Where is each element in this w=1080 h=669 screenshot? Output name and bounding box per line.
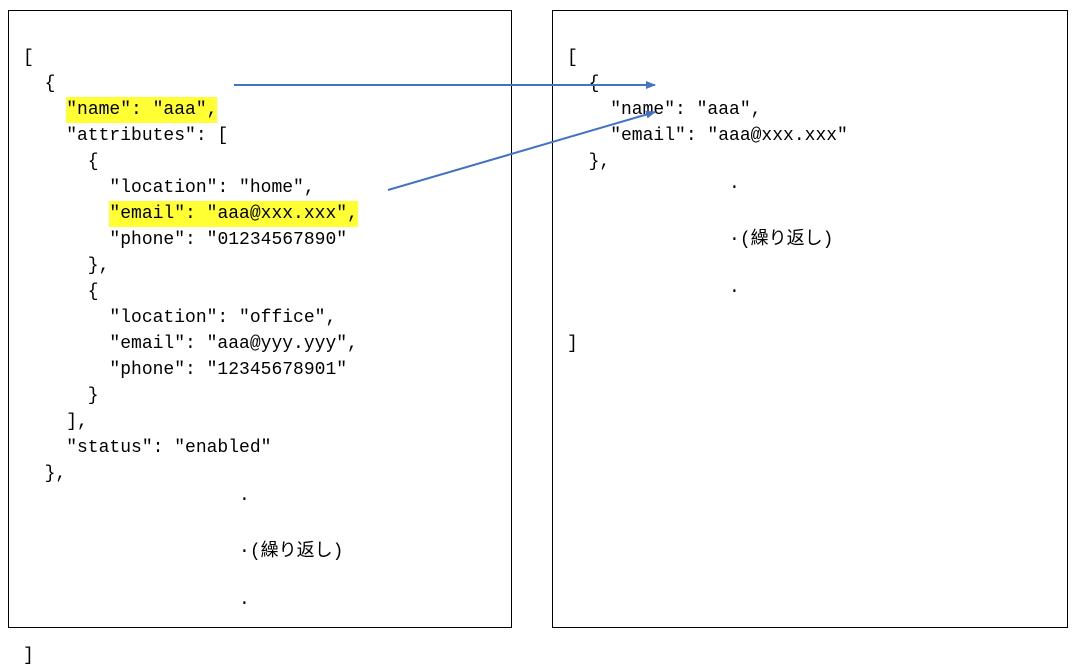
code-line: "location": "office", [23, 308, 336, 328]
highlight-email: "email": "aaa@xxx.xxx" [109, 201, 347, 227]
code-line: "name": "aaa", [567, 100, 761, 120]
code-line: { [23, 74, 55, 94]
code-line: ] [23, 646, 34, 666]
ellipsis-dot: · [567, 279, 1053, 305]
code-line: ] [567, 334, 578, 354]
code-line: [ [567, 48, 578, 68]
code-line: "phone": "01234567890" [23, 230, 347, 250]
repeat-label: ·(繰り返し) [567, 227, 1053, 253]
code-line: ], [23, 412, 88, 432]
ellipsis-dot: · [567, 175, 1053, 201]
source-json-panel: [ { "name": "aaa", "attributes": [ { "lo… [8, 10, 512, 628]
code-line: { [23, 282, 99, 302]
code-line: }, [567, 152, 610, 172]
code-line: { [567, 74, 599, 94]
code-line: "attributes": [ [23, 126, 228, 146]
code-line: "status": "enabled" [23, 438, 271, 458]
code-line: }, [23, 256, 109, 276]
code-line: "email": "aaa@xxx.xxx" [567, 126, 848, 146]
code-line: }, [23, 464, 66, 484]
code-line: "email": "aaa@xxx.xxx", [23, 204, 358, 224]
highlight-name: "name": "aaa" [66, 97, 206, 123]
code-line: [ [23, 48, 34, 68]
result-json-panel: [ { "name": "aaa", "email": "aaa@xxx.xxx… [552, 10, 1068, 628]
code-line: "email": "aaa@yyy.yyy", [23, 334, 358, 354]
code-line: "phone": "12345678901" [23, 360, 347, 380]
repeat-label: ·(繰り返し) [23, 539, 497, 565]
code-line: "location": "home", [23, 178, 315, 198]
code-line: "name": "aaa", [23, 100, 217, 120]
ellipsis-dot: · [23, 591, 497, 617]
ellipsis-dot: · [23, 487, 497, 513]
code-line: { [23, 152, 99, 172]
code-line: } [23, 386, 99, 406]
